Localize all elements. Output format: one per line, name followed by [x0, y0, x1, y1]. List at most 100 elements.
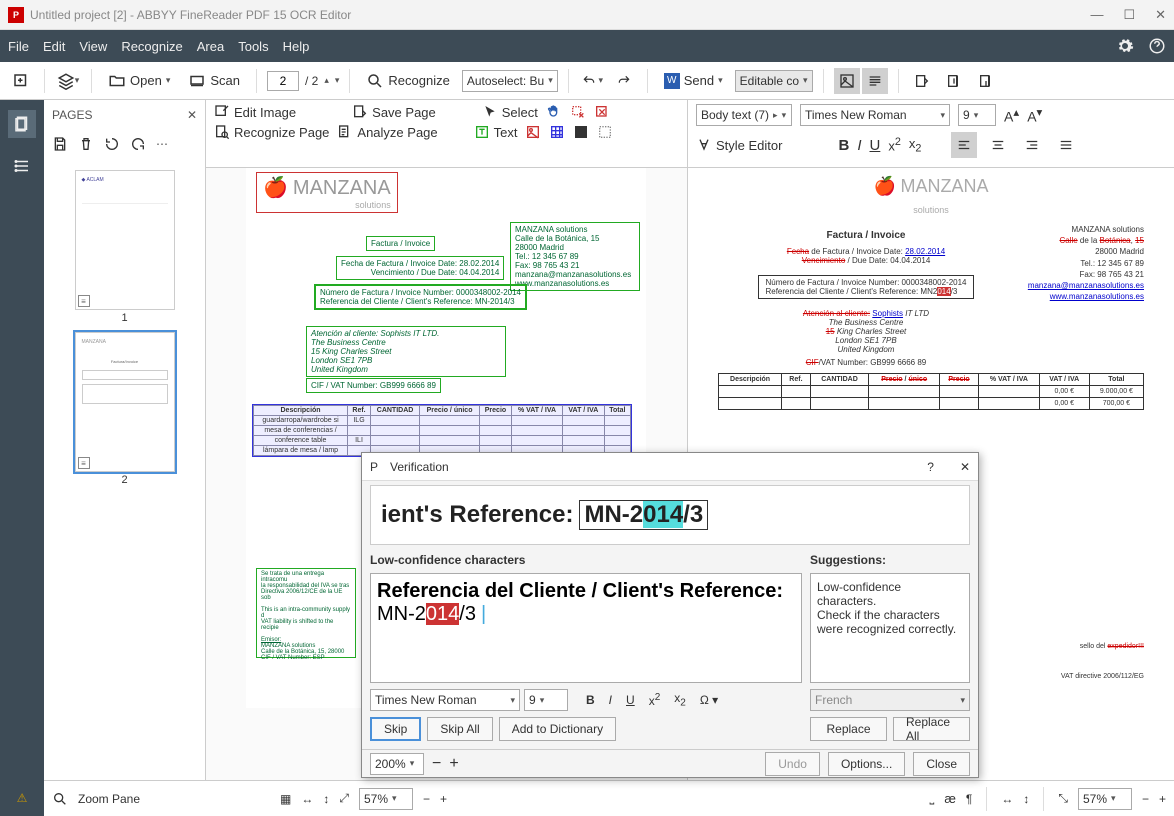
- menu-view[interactable]: View: [79, 39, 107, 54]
- help-icon[interactable]: [1148, 37, 1166, 55]
- dialog-zoom-out[interactable]: −: [432, 755, 441, 773]
- scan-button[interactable]: Scan: [182, 69, 246, 93]
- underline-icon[interactable]: U: [870, 137, 881, 154]
- dialog-close-icon[interactable]: ✕: [960, 460, 970, 474]
- edit-image-button[interactable]: Edit Image: [214, 104, 296, 120]
- pages-tab-icon[interactable]: [8, 110, 36, 138]
- erase-area-icon[interactable]: [570, 104, 586, 120]
- dialog-sub-icon[interactable]: x2: [674, 691, 686, 708]
- skip-all-button[interactable]: Skip All: [427, 717, 492, 741]
- autoselect-dropdown[interactable]: Autoselect: Bu▾: [462, 70, 558, 92]
- editable-dropdown[interactable]: Editable co▾: [735, 70, 813, 92]
- page-down-icon[interactable]: ▾: [335, 75, 340, 86]
- align-center-icon[interactable]: [985, 132, 1011, 158]
- decrease-font-icon[interactable]: A▾: [1027, 105, 1042, 125]
- fit-icon-1[interactable]: ▦: [280, 792, 291, 806]
- recognize-button[interactable]: Recognize: [360, 69, 455, 93]
- maximize-button[interactable]: ☐: [1123, 7, 1135, 23]
- skip-button[interactable]: Skip: [370, 717, 421, 741]
- font-dropdown[interactable]: Times New Roman▾: [800, 104, 950, 126]
- show-np-icon[interactable]: ⎵: [930, 791, 935, 806]
- bold-icon[interactable]: B: [838, 137, 849, 154]
- dialog-omega-icon[interactable]: Ω ▾: [700, 693, 718, 707]
- fit-page-icon-1[interactable]: ⤢: [339, 791, 349, 806]
- save-page-icon[interactable]: [52, 136, 68, 152]
- more-icon[interactable]: ⋯: [156, 137, 168, 151]
- dialog-zoom-dropdown[interactable]: 200%▾: [370, 753, 424, 775]
- dialog-underline-icon[interactable]: U: [626, 693, 635, 707]
- fit-page-icon-2[interactable]: ⤡: [1058, 791, 1068, 806]
- align-right-icon[interactable]: [1019, 132, 1045, 158]
- background-area-icon[interactable]: [597, 124, 613, 140]
- dialog-size-dropdown[interactable]: 9▾: [524, 689, 568, 711]
- next-icon[interactable]: [973, 68, 999, 94]
- barcode-area-icon[interactable]: [573, 124, 589, 140]
- table-area-icon[interactable]: [549, 124, 565, 140]
- picture-area-icon[interactable]: [525, 124, 541, 140]
- replace-button[interactable]: Replace: [810, 717, 887, 741]
- align-justify-icon[interactable]: [1053, 132, 1079, 158]
- fit-width-icon-1[interactable]: ↔: [301, 792, 313, 806]
- zoom2-dropdown[interactable]: 57%▾: [1078, 788, 1132, 810]
- undo-button[interactable]: Undo: [765, 752, 820, 776]
- replace-all-button[interactable]: Replace All: [893, 717, 970, 741]
- layout-text-icon[interactable]: [862, 68, 888, 94]
- save-page-button[interactable]: Save Page: [352, 104, 436, 120]
- align-left-icon[interactable]: [951, 132, 977, 158]
- menu-file[interactable]: File: [8, 39, 29, 54]
- menu-edit[interactable]: Edit: [43, 39, 65, 54]
- layout-image-icon[interactable]: [834, 68, 860, 94]
- minimize-button[interactable]: —: [1090, 7, 1103, 23]
- open-button[interactable]: Open▾: [102, 69, 176, 93]
- prev-icon[interactable]: [941, 68, 967, 94]
- superscript-icon[interactable]: x2: [888, 136, 901, 153]
- warning-icon[interactable]: ⚠: [0, 780, 44, 816]
- suggestions-box[interactable]: Low-confidence characters. Check if the …: [810, 573, 970, 683]
- text-area-button[interactable]: Text: [474, 124, 518, 140]
- dialog-italic-icon[interactable]: I: [609, 693, 612, 707]
- italic-icon[interactable]: I: [857, 137, 861, 154]
- pages-close-icon[interactable]: ✕: [187, 108, 197, 122]
- dialog-font-dropdown[interactable]: Times New Roman▾: [370, 689, 520, 711]
- properties-tab-icon[interactable]: [8, 152, 36, 180]
- increase-font-icon[interactable]: A▴: [1004, 105, 1019, 125]
- recognize-page-button[interactable]: Recognize Page: [214, 124, 329, 140]
- zoom-in-1[interactable]: +: [440, 792, 447, 806]
- dialog-close-button[interactable]: Close: [913, 752, 970, 776]
- font-size-dropdown[interactable]: 9▾: [958, 104, 996, 126]
- send-button[interactable]: WSend▾: [658, 70, 729, 92]
- dialog-help-icon[interactable]: ?: [927, 460, 934, 474]
- dialog-bold-icon[interactable]: B: [586, 693, 595, 707]
- undo-icon[interactable]: ▾: [579, 68, 605, 94]
- menu-help[interactable]: Help: [283, 39, 310, 54]
- analyze-page-button[interactable]: Analyze Page: [337, 124, 437, 140]
- style-editor-button[interactable]: Style Editor: [696, 137, 782, 153]
- page-number-input[interactable]: [267, 71, 299, 91]
- zoom-out-1[interactable]: −: [423, 792, 430, 806]
- fit-height-icon-1[interactable]: ↕: [323, 792, 329, 806]
- thumbnail-1[interactable]: ◆ ACLAM ≡: [75, 170, 175, 310]
- subscript-icon[interactable]: x2: [909, 136, 922, 155]
- options-button[interactable]: Options...: [828, 752, 905, 776]
- verification-textbox[interactable]: Referencia del Cliente / Client's Refere…: [370, 573, 802, 683]
- style-dropdown[interactable]: Body text (7)▸▾: [696, 104, 792, 126]
- redo-icon[interactable]: [611, 68, 637, 94]
- menu-tools[interactable]: Tools: [238, 39, 268, 54]
- zoom-out-2[interactable]: −: [1142, 792, 1149, 806]
- fit-height-icon-2[interactable]: ↕: [1023, 792, 1029, 806]
- zoom1-dropdown[interactable]: 57%▾: [359, 788, 413, 810]
- verify-icon[interactable]: [909, 68, 935, 94]
- rotate-right-icon[interactable]: [130, 136, 146, 152]
- add-dictionary-button[interactable]: Add to Dictionary: [499, 717, 616, 741]
- hand-icon[interactable]: [546, 104, 562, 120]
- delete-area-icon[interactable]: [594, 104, 610, 120]
- pilcrow-icon[interactable]: ¶: [966, 792, 972, 806]
- settings-icon[interactable]: [1116, 37, 1134, 55]
- close-button[interactable]: ✕: [1155, 7, 1166, 23]
- page-up-icon[interactable]: ▴: [324, 75, 329, 86]
- select-button[interactable]: Select: [482, 104, 538, 120]
- dialog-zoom-in[interactable]: +: [449, 755, 458, 773]
- zoom-pane-icon[interactable]: [52, 791, 68, 807]
- menu-area[interactable]: Area: [197, 39, 224, 54]
- new-project-icon[interactable]: [8, 68, 34, 94]
